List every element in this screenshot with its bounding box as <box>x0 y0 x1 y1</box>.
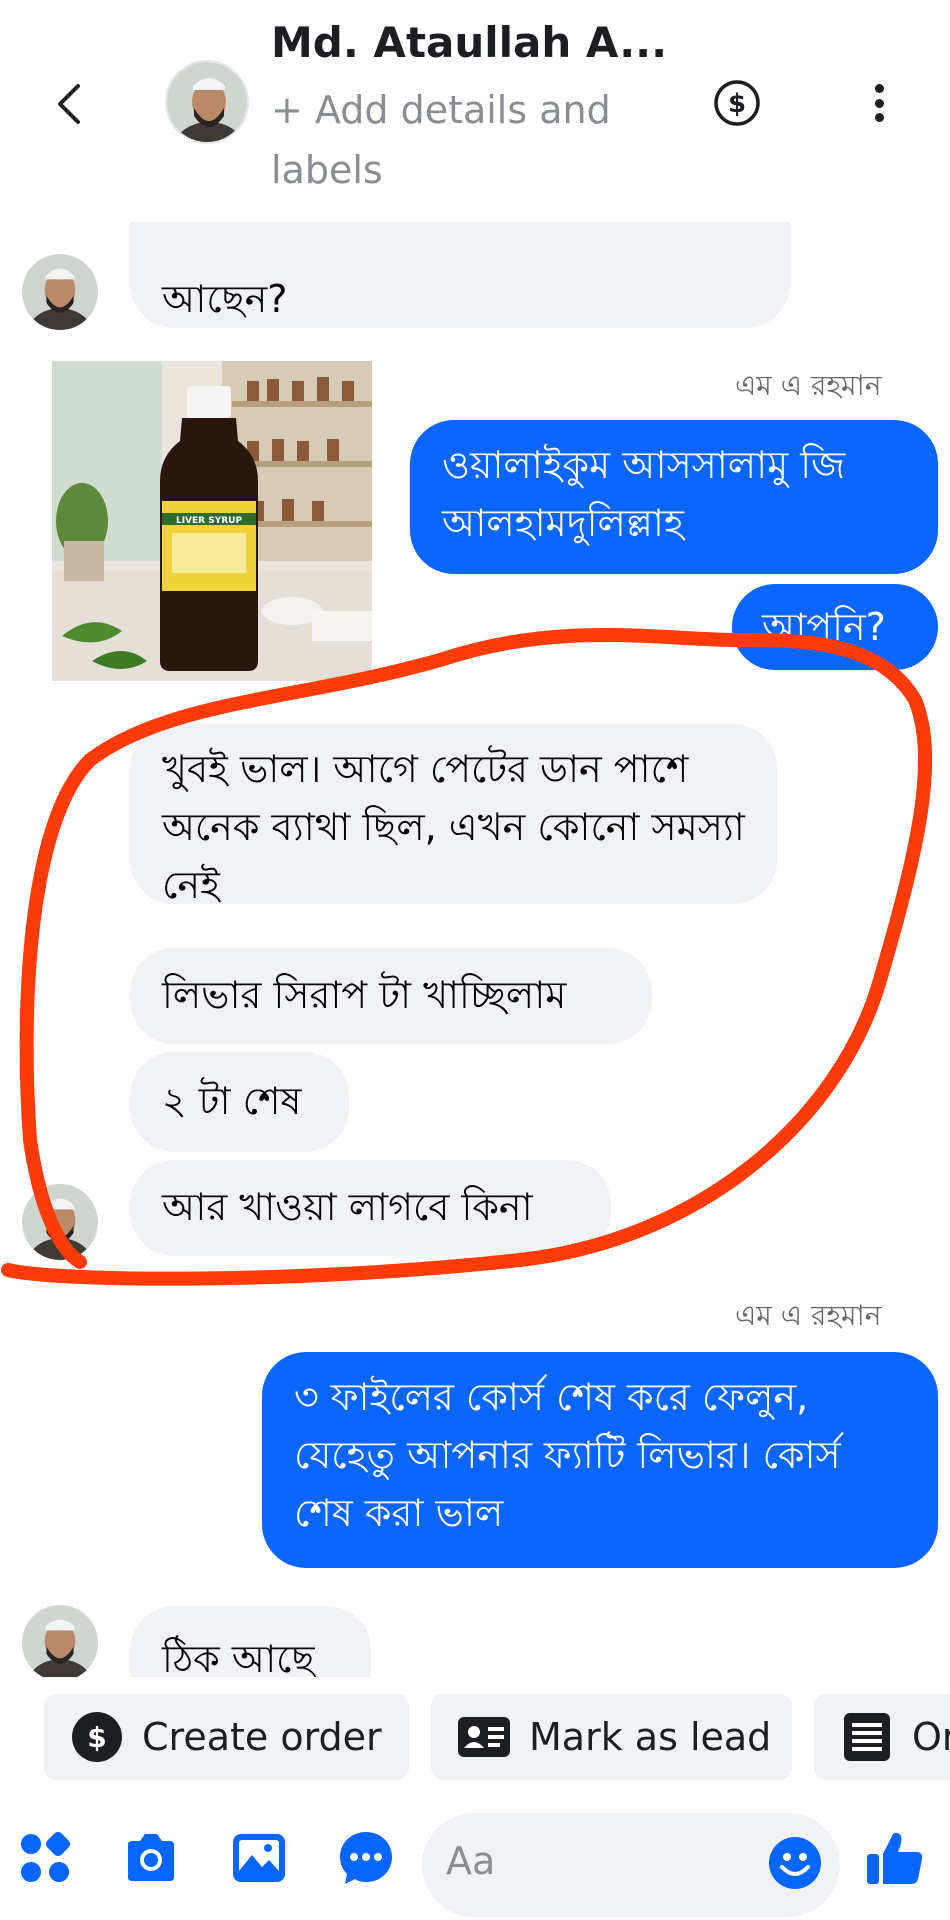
mark-as-lead-label: Mark as lead <box>529 1715 772 1759</box>
outgoing-message[interactable]: ৩ ফাইলের কোর্স শেষ করে ফেলুন, যেহেতু আপন… <box>262 1352 938 1568</box>
incoming-message[interactable]: আছেন? <box>130 222 790 328</box>
contact-name[interactable]: Md. Ataullah A... <box>271 18 667 67</box>
message-text: ২ টা শেষ <box>162 1079 302 1123</box>
dollar-icon: $ <box>714 80 760 126</box>
more-options-button[interactable] <box>862 78 896 128</box>
message-text: আর খাওয়া লাগবে কিনা <box>162 1185 533 1229</box>
incoming-message[interactable]: আর খাওয়া লাগবে কিনা <box>130 1160 611 1256</box>
sender-avatar[interactable] <box>22 254 98 330</box>
mark-as-lead-button[interactable]: Mark as lead <box>431 1694 792 1780</box>
dot-icon <box>874 84 884 93</box>
camera-button[interactable] <box>120 1827 182 1889</box>
sender-name: এম এ রহমান <box>735 369 882 402</box>
dot-icon <box>874 113 884 122</box>
sender-avatar[interactable] <box>22 1605 98 1677</box>
message-text: ঠিক আছে <box>162 1637 315 1677</box>
message-input[interactable]: Aa <box>422 1813 840 1917</box>
gallery-button[interactable] <box>228 1827 290 1889</box>
message-text: আছেন? <box>162 277 288 321</box>
chat-header: Md. Ataullah A... + Add details and labe… <box>0 0 950 222</box>
back-button[interactable] <box>44 74 94 134</box>
message-text: আপনি? <box>762 605 886 649</box>
dollar-circle-icon: $ <box>72 1712 122 1762</box>
product-label-text: LIVER SYRUP <box>176 516 242 526</box>
create-order-label: Create order <box>142 1715 382 1759</box>
incoming-message[interactable]: খুবই ভাল। আগে পেটের ডান পাশে অনেক ব্যাথা… <box>130 724 777 907</box>
incoming-message[interactable]: ২ টা শেষ <box>130 1052 349 1152</box>
outgoing-message[interactable]: ওয়ালাইকুম আসসালামু জি আলহামদুলিল্লাহ <box>410 420 938 574</box>
message-text: ৩ ফাইলের কোর্স শেষ করে ফেলুন, যেহেতু আপন… <box>294 1375 841 1535</box>
outgoing-message[interactable]: আপনি? <box>732 584 938 670</box>
apps-button[interactable] <box>14 1827 76 1889</box>
like-button[interactable] <box>864 1827 926 1889</box>
document-list-icon <box>844 1713 890 1761</box>
thumbs-up-icon <box>867 1832 923 1884</box>
third-action-button[interactable]: Or <box>814 1694 950 1780</box>
add-details-link[interactable]: + Add details and labels <box>271 80 651 200</box>
message-text: ওয়ালাইকুম আসসালামু জি আলহামদুলিল্লাহ <box>442 443 846 545</box>
grid-dots-icon <box>21 1831 71 1882</box>
composer-bar: Aa <box>0 1797 950 1920</box>
message-text: খুবই ভাল। আগে পেটের ডান পাশে অনেক ব্যাথা… <box>162 747 745 907</box>
product-image[interactable]: LIVER SYRUP <box>52 361 372 681</box>
dot-icon <box>874 98 884 108</box>
create-order-button[interactable]: $ Create order <box>44 1694 409 1780</box>
sender-avatar[interactable] <box>22 1184 98 1260</box>
chevron-left-icon <box>58 84 80 124</box>
saved-replies-button[interactable] <box>335 1827 397 1889</box>
third-action-label: Or <box>912 1715 950 1759</box>
quick-actions-bar: $ Create order Mark as lead Or <box>0 1677 950 1797</box>
sender-name: এম এ রহমান <box>735 1299 882 1332</box>
svg-text:$: $ <box>728 89 746 119</box>
message-list[interactable]: আছেন? LIVER SYRUP এম এ রহমান ওয়ালাইকুম … <box>0 222 950 1677</box>
contact-avatar[interactable] <box>165 60 249 144</box>
incoming-message[interactable]: ঠিক আছে <box>130 1606 371 1677</box>
svg-text:$: $ <box>87 1721 106 1754</box>
emoji-icon[interactable] <box>767 1835 823 1891</box>
message-input-placeholder: Aa <box>446 1839 496 1883</box>
contact-card-icon <box>458 1717 510 1757</box>
payment-button[interactable]: $ <box>712 78 762 128</box>
incoming-message[interactable]: লিভার সিরাপ টা খাচ্ছিলাম <box>130 948 652 1044</box>
image-icon <box>233 1834 285 1882</box>
camera-icon <box>128 1834 174 1881</box>
message-text: লিভার সিরাপ টা খাচ্ছিলাম <box>162 973 567 1017</box>
chat-bubble-icon <box>340 1832 392 1884</box>
